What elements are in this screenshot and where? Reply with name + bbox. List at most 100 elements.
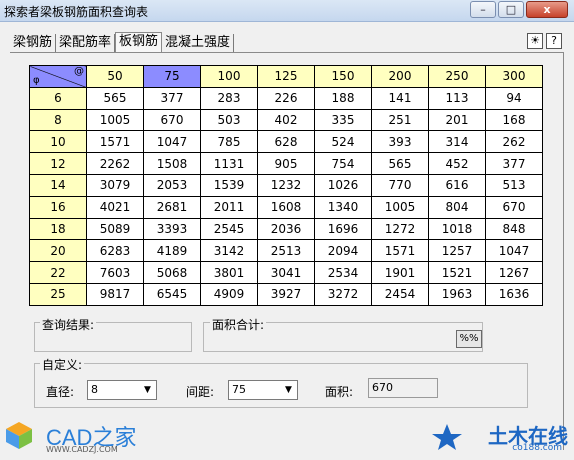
area-cell[interactable]: 9817: [86, 282, 144, 306]
diameter-header[interactable]: 20: [29, 239, 87, 263]
area-cell[interactable]: 141: [371, 86, 429, 110]
bulb-icon[interactable]: ☀: [527, 33, 543, 49]
area-cell[interactable]: 201: [428, 108, 486, 132]
area-cell[interactable]: 6545: [143, 282, 201, 306]
area-cell[interactable]: 2681: [143, 195, 201, 219]
chevron-down-icon[interactable]: ▼: [140, 382, 155, 398]
tab-beam-rebar[interactable]: 梁钢筋: [10, 34, 57, 53]
diameter-header[interactable]: 10: [29, 130, 87, 154]
area-cell[interactable]: 402: [257, 108, 315, 132]
area-cell[interactable]: 393: [371, 130, 429, 154]
diameter-header[interactable]: 8: [29, 108, 87, 132]
diameter-header[interactable]: 16: [29, 195, 87, 219]
area-cell[interactable]: 754: [314, 152, 372, 175]
spacing-header[interactable]: 300: [485, 65, 543, 88]
area-cell[interactable]: 452: [428, 152, 486, 175]
area-cell[interactable]: 94: [485, 86, 543, 110]
spacing-header[interactable]: 50: [86, 65, 144, 88]
area-cell[interactable]: 4021: [86, 195, 144, 219]
help-icon[interactable]: ?: [546, 33, 562, 49]
area-cell[interactable]: 565: [86, 86, 144, 110]
area-cell[interactable]: 3041: [257, 261, 315, 284]
tab-slab-rebar[interactable]: 板钢筋: [115, 32, 163, 53]
diameter-header[interactable]: 6: [29, 86, 87, 110]
area-cell[interactable]: 1636: [485, 282, 543, 306]
area-cell[interactable]: 670: [143, 108, 201, 132]
area-cell[interactable]: 1508: [143, 152, 201, 175]
area-cell[interactable]: 1018: [428, 217, 486, 241]
area-cell[interactable]: 1267: [485, 261, 543, 284]
area-cell[interactable]: 335: [314, 108, 372, 132]
area-cell[interactable]: 2545: [200, 217, 258, 241]
area-cell[interactable]: 513: [485, 173, 543, 197]
area-cell[interactable]: 314: [428, 130, 486, 154]
diameter-header[interactable]: 22: [29, 261, 87, 284]
area-cell[interactable]: 628: [257, 130, 315, 154]
area-cell[interactable]: 565: [371, 152, 429, 175]
tab-beam-ratio[interactable]: 梁配筋率: [56, 34, 116, 53]
area-cell[interactable]: 905: [257, 152, 315, 175]
area-cell[interactable]: 1901: [371, 261, 429, 284]
area-cell[interactable]: 377: [485, 152, 543, 175]
area-cell[interactable]: 848: [485, 217, 543, 241]
area-cell[interactable]: 1521: [428, 261, 486, 284]
diameter-header[interactable]: 14: [29, 173, 87, 197]
diameter-header[interactable]: 25: [29, 282, 87, 306]
diameter-select[interactable]: 8 ▼: [87, 380, 157, 400]
area-cell[interactable]: 2094: [314, 239, 372, 263]
diameter-header[interactable]: 18: [29, 217, 87, 241]
area-cell[interactable]: 804: [428, 195, 486, 219]
area-cell[interactable]: 4189: [143, 239, 201, 263]
chevron-down-icon[interactable]: ▼: [281, 382, 296, 398]
area-cell[interactable]: 1340: [314, 195, 372, 219]
area-cell[interactable]: 770: [371, 173, 429, 197]
area-cell[interactable]: 226: [257, 86, 315, 110]
area-cell[interactable]: 1232: [257, 173, 315, 197]
area-cell[interactable]: 2036: [257, 217, 315, 241]
close-button[interactable]: x: [526, 1, 568, 18]
area-cell[interactable]: 1696: [314, 217, 372, 241]
area-cell[interactable]: 1047: [143, 130, 201, 154]
area-cell[interactable]: 3393: [143, 217, 201, 241]
area-cell[interactable]: 670: [485, 195, 543, 219]
area-cell[interactable]: 616: [428, 173, 486, 197]
area-cell[interactable]: 2534: [314, 261, 372, 284]
diameter-header[interactable]: 12: [29, 152, 87, 175]
area-cell[interactable]: 4909: [200, 282, 258, 306]
area-cell[interactable]: 2053: [143, 173, 201, 197]
area-cell[interactable]: 1257: [428, 239, 486, 263]
area-cell[interactable]: 2011: [200, 195, 258, 219]
area-cell[interactable]: 524: [314, 130, 372, 154]
percent-button[interactable]: %%: [456, 330, 482, 348]
area-cell[interactable]: 3272: [314, 282, 372, 306]
area-cell[interactable]: 2513: [257, 239, 315, 263]
area-cell[interactable]: 2454: [371, 282, 429, 306]
area-cell[interactable]: 6283: [86, 239, 144, 263]
area-cell[interactable]: 1005: [86, 108, 144, 132]
area-cell[interactable]: 1539: [200, 173, 258, 197]
area-cell[interactable]: 2262: [86, 152, 144, 175]
area-cell[interactable]: 785: [200, 130, 258, 154]
area-cell[interactable]: 188: [314, 86, 372, 110]
area-cell[interactable]: 1047: [485, 239, 543, 263]
area-cell[interactable]: 1608: [257, 195, 315, 219]
area-cell[interactable]: 3801: [200, 261, 258, 284]
maximize-button[interactable]: □: [498, 1, 524, 18]
area-cell[interactable]: 5089: [86, 217, 144, 241]
area-cell[interactable]: 1571: [86, 130, 144, 154]
area-cell[interactable]: 7603: [86, 261, 144, 284]
minimize-button[interactable]: –: [470, 1, 496, 18]
spacing-header[interactable]: 250: [428, 65, 486, 88]
area-cell[interactable]: 3142: [200, 239, 258, 263]
spacing-header[interactable]: 75: [143, 65, 201, 88]
area-cell[interactable]: 251: [371, 108, 429, 132]
area-cell[interactable]: 168: [485, 108, 543, 132]
area-cell[interactable]: 377: [143, 86, 201, 110]
spacing-select[interactable]: 75 ▼: [228, 380, 298, 400]
area-cell[interactable]: 3927: [257, 282, 315, 306]
spacing-header[interactable]: 125: [257, 65, 315, 88]
area-cell[interactable]: 1005: [371, 195, 429, 219]
area-cell[interactable]: 503: [200, 108, 258, 132]
spacing-header[interactable]: 150: [314, 65, 372, 88]
area-cell[interactable]: 113: [428, 86, 486, 110]
